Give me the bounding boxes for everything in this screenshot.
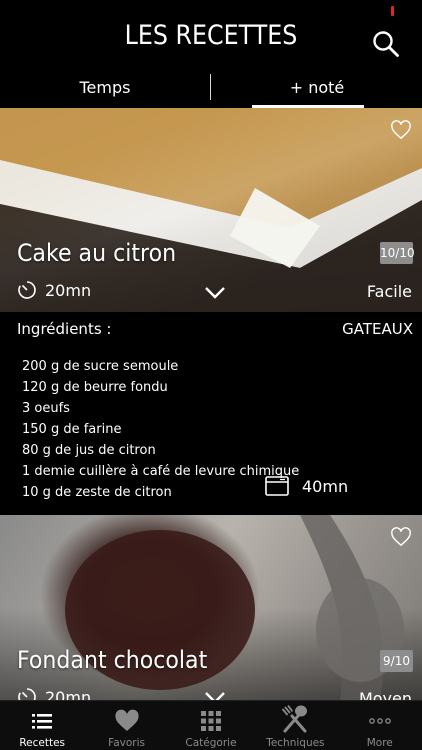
nav-label: Catégorie	[185, 737, 237, 749]
category-label: GATEAUX	[342, 320, 413, 338]
list-item: 120 g de beurre fondu	[22, 380, 168, 395]
nav-label: Favoris	[108, 737, 146, 749]
status-indicator	[391, 6, 394, 16]
heart-icon	[114, 709, 139, 731]
nav-label: Techniques	[266, 737, 325, 749]
list-item: 3 oeufs	[22, 401, 70, 416]
utensils-icon	[282, 704, 308, 733]
bottom-tab-bar: Recettes Favoris Catégorie Techniques Mo…	[0, 700, 422, 750]
tab-divider	[210, 74, 211, 100]
recipe-title: Cake au citron	[17, 239, 177, 267]
nav-label: Recettes	[19, 737, 66, 749]
difficulty: Moyen	[358, 689, 412, 700]
list-item: 80 g de jus de citron	[22, 443, 156, 458]
list-item: 10 g de zeste de citron	[22, 485, 172, 500]
nav-techniques[interactable]: Techniques	[253, 701, 337, 750]
timer-icon	[18, 688, 36, 700]
app-header: LES RECETTES	[0, 0, 422, 72]
chevron-up-icon[interactable]	[204, 286, 226, 300]
nav-label: More	[366, 737, 393, 749]
cook-time-value: 40mn	[302, 476, 349, 496]
tab-temps[interactable]: Temps	[0, 72, 210, 108]
ingredients-list: 200 g de sucre semoule 120 g de beurre f…	[22, 356, 299, 503]
prep-time-value: 20mn	[45, 687, 92, 701]
chevron-down-icon[interactable]	[204, 691, 226, 700]
grid-icon	[200, 711, 221, 731]
score-badge: 9/10	[380, 650, 413, 672]
more-icon	[368, 718, 391, 724]
tab-note[interactable]: + noté	[212, 72, 422, 108]
recipe-title: Fondant chocolat	[17, 646, 208, 674]
sort-tabs: Temps + noté	[0, 72, 422, 108]
favorite-heart-icon[interactable]	[390, 120, 412, 140]
difficulty: Facile	[366, 282, 412, 301]
search-icon[interactable]	[372, 30, 400, 58]
page-title: LES RECETTES	[124, 20, 298, 51]
nav-categorie[interactable]: Catégorie	[169, 701, 253, 750]
nav-more[interactable]: More	[338, 701, 422, 750]
list-item: 150 g de farine	[22, 422, 122, 437]
favorite-heart-icon[interactable]	[390, 527, 412, 547]
recipe-card-cake[interactable]: Cake au citron 10/10 20mn Facile	[0, 108, 422, 312]
score-badge: 10/10	[380, 242, 415, 264]
prep-time: 20mn	[17, 687, 91, 700]
list-item: 200 g de sucre semoule	[22, 359, 179, 374]
list-item: 1 demie cuillère à café de levure chimiq…	[22, 464, 300, 479]
oven-icon	[265, 476, 289, 496]
recipe-details: Ingrédients : GATEAUX 200 g de sucre sem…	[0, 312, 422, 515]
list-icon	[32, 714, 53, 729]
timer-icon	[18, 281, 36, 299]
ingredients-label: Ingrédients :	[17, 320, 112, 338]
nav-favoris[interactable]: Favoris	[84, 701, 168, 750]
prep-time: 20mn	[17, 280, 91, 300]
prep-time-value: 20mn	[45, 280, 92, 300]
cook-time: 40mn	[265, 476, 348, 496]
recipe-card-fondant[interactable]: Fondant chocolat 9/10 20mn Moyen	[0, 515, 422, 700]
nav-recettes[interactable]: Recettes	[0, 701, 84, 750]
